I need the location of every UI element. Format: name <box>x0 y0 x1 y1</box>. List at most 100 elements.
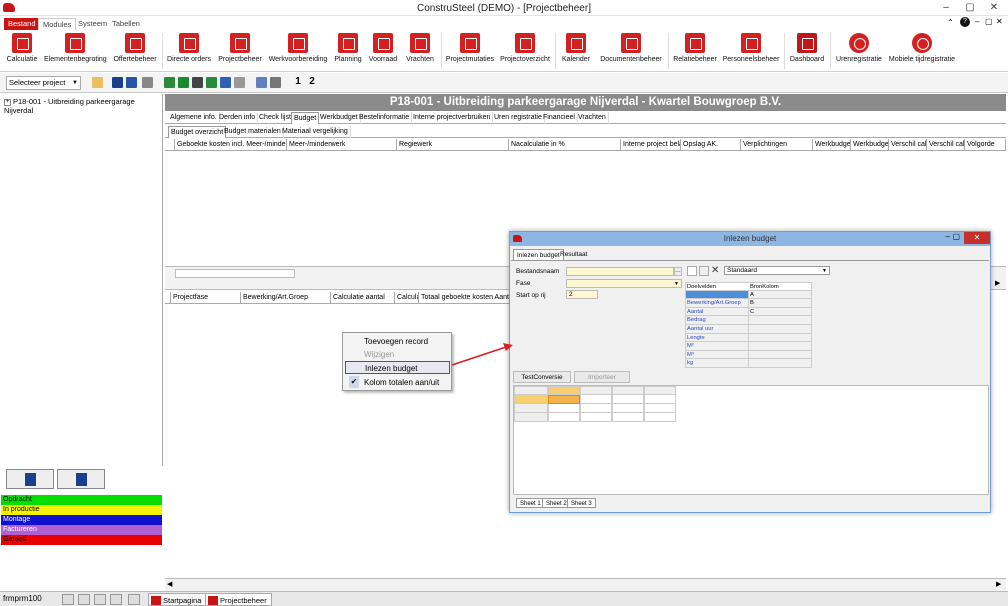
column-header[interactable]: Regiewerk <box>397 139 509 151</box>
sheet-tab-3[interactable]: Sheet 3 <box>567 498 596 508</box>
mapping-field[interactable]: Aantal uur <box>685 324 749 334</box>
ribbon-planning[interactable]: Planning <box>332 30 364 72</box>
minimize-icon[interactable]: – <box>934 1 958 15</box>
status-factureren[interactable]: Factureren <box>1 525 162 535</box>
sheet-cell[interactable] <box>612 413 644 422</box>
ribbon-kalender[interactable]: Kalender <box>558 30 594 72</box>
column-header[interactable]: Opslag AK. <box>681 139 741 151</box>
ribbon-urenregistratie[interactable]: Urenregistratie <box>833 30 885 72</box>
status-in-productie[interactable]: In productie <box>1 505 162 515</box>
tab-bestelinformatie[interactable]: Bestelinformatie <box>357 112 413 124</box>
exchange-icon[interactable] <box>126 77 137 88</box>
taskbar-tab-startpagina[interactable]: Startpagina <box>148 593 207 606</box>
tab-budget-overzicht[interactable]: Budget overzicht <box>168 126 227 138</box>
bestandsnaam-input[interactable] <box>566 267 674 276</box>
sheet-cell[interactable] <box>644 413 676 422</box>
column-header[interactable]: Verplichtingen <box>741 139 813 151</box>
ribbon-elementenbegroting[interactable]: Elementenbegroting <box>44 30 107 72</box>
column-header[interactable]: Geboekte kosten incl. Meer-/minderwerk <box>175 139 287 151</box>
sheet-column-header[interactable] <box>644 386 676 395</box>
sheet-column-header[interactable] <box>548 386 580 395</box>
copy-icon[interactable] <box>142 77 153 88</box>
column-header[interactable]: Nacalculatie in % <box>509 139 621 151</box>
mapping-col[interactable] <box>748 342 812 351</box>
mapping-row[interactable]: kg <box>685 359 813 368</box>
expand-icon[interactable]: + <box>4 98 11 106</box>
mapping-row[interactable]: A <box>685 290 813 300</box>
ribbon-directe-orders[interactable]: Directe orders <box>165 30 213 72</box>
print-icon[interactable] <box>270 77 281 88</box>
search-icon[interactable] <box>78 594 90 605</box>
move-down-button[interactable] <box>57 469 105 489</box>
ribbon-projectbeheer[interactable]: Projectbeheer <box>216 30 264 72</box>
close-icon[interactable]: ✕ <box>982 1 1006 15</box>
importeer-button[interactable]: Importeer <box>574 371 630 383</box>
mapping-field[interactable]: M² <box>685 342 749 351</box>
help-icon[interactable]: ? <box>960 17 970 27</box>
tab-tabellen[interactable]: Tabellen <box>108 18 144 30</box>
excel-icon[interactable] <box>164 77 175 88</box>
delete-template-icon[interactable]: ✕ <box>711 265 719 276</box>
export-excel-icon[interactable] <box>178 77 189 88</box>
tab-bestand[interactable]: Bestand <box>4 18 40 30</box>
sheet-row-header[interactable] <box>514 404 548 413</box>
sheet-column-header[interactable] <box>580 386 612 395</box>
save-icon[interactable] <box>112 77 123 88</box>
tab-check-lijst[interactable]: Check lijst <box>257 112 294 124</box>
ribbon-documentenbeheer[interactable]: Documentenbeheer <box>597 30 665 72</box>
tab-materiaal-vergelijking[interactable]: Materiaal vergelijking <box>280 126 351 138</box>
mapping-col[interactable] <box>748 316 812 325</box>
sheet-row-header[interactable] <box>514 413 548 422</box>
ribbon-dashboard[interactable]: Dashboard <box>787 30 827 72</box>
dialog-minimize-icon[interactable]: – <box>946 232 950 241</box>
column-header[interactable]: Calculatie aantal <box>331 292 395 304</box>
tab-werkbudget[interactable]: Werkbudget <box>318 112 361 124</box>
tab-budget-materialen[interactable]: Budget materialen <box>222 126 284 138</box>
mapping-field[interactable]: Bedrag <box>685 316 749 325</box>
dialog-maximize-icon[interactable]: ▢ <box>952 232 960 241</box>
refresh-icon[interactable] <box>234 77 245 88</box>
mapping-field[interactable] <box>685 290 749 300</box>
column-header[interactable]: Werkbudget <box>813 139 851 151</box>
scroll-left-icon[interactable]: ◀ <box>167 580 172 588</box>
mapping-field[interactable]: kg <box>685 359 749 368</box>
tab-resultaat[interactable]: Resultaat <box>557 249 590 260</box>
sheet-cell[interactable] <box>644 395 676 404</box>
mapping-col[interactable] <box>748 333 812 343</box>
mapping-row[interactable]: Aantal uur <box>685 324 813 334</box>
template-select[interactable]: Standaard ▼ <box>724 266 830 275</box>
new-template-icon[interactable] <box>687 266 697 276</box>
maximize-icon[interactable]: ▢ <box>958 1 982 15</box>
image-icon[interactable] <box>128 594 140 605</box>
mapping-field[interactable]: Bewerking/Art.Groep <box>685 299 749 308</box>
fase-select[interactable]: ▼ <box>566 279 682 288</box>
menu-toevoegen-record[interactable]: Toevoegen record <box>345 335 450 348</box>
mapping-col[interactable]: A <box>748 290 812 300</box>
scroll-right-icon[interactable]: ▶ <box>995 279 1004 289</box>
attachment-icon[interactable] <box>94 594 106 605</box>
sheet-active-cell[interactable] <box>548 395 580 404</box>
tab-modules[interactable]: Modules <box>38 18 77 30</box>
mapping-row[interactable]: M³ <box>685 350 813 360</box>
taskbar-tab-projectbeheer[interactable]: Projectbeheer <box>205 593 272 606</box>
ribbon-relatiebeheer[interactable]: Relatiebeheer <box>671 30 719 72</box>
tab-vrachten[interactable]: Vrachten <box>576 112 609 124</box>
sheet-cell[interactable] <box>612 404 644 413</box>
mapping-row[interactable]: Bewerking/Art.Groep B <box>685 299 813 308</box>
tab-budget[interactable]: Budget <box>291 112 320 124</box>
ribbon-offertebeheer[interactable]: Offertebeheer <box>111 30 159 72</box>
page-icon[interactable] <box>110 594 122 605</box>
menu-inlezen-budget[interactable]: Inlezen budget <box>345 361 450 374</box>
sheet-cell[interactable] <box>580 395 612 404</box>
mapping-field[interactable]: Lengte <box>685 333 749 343</box>
move-up-button[interactable] <box>6 469 54 489</box>
menu-kolom-totalen[interactable]: ✔ Kolom totalen aan/uit <box>345 376 450 389</box>
sheet-tab-1[interactable]: Sheet 1 <box>516 498 545 508</box>
mapping-row[interactable]: M² <box>685 342 813 351</box>
sheet-cell[interactable] <box>612 395 644 404</box>
sheet-column-header[interactable] <box>612 386 644 395</box>
mapping-col[interactable]: B <box>748 299 812 308</box>
edit-template-icon[interactable] <box>699 266 709 276</box>
sheet-cell[interactable] <box>644 404 676 413</box>
tab-algemene-info[interactable]: Algemene info. <box>168 112 220 124</box>
